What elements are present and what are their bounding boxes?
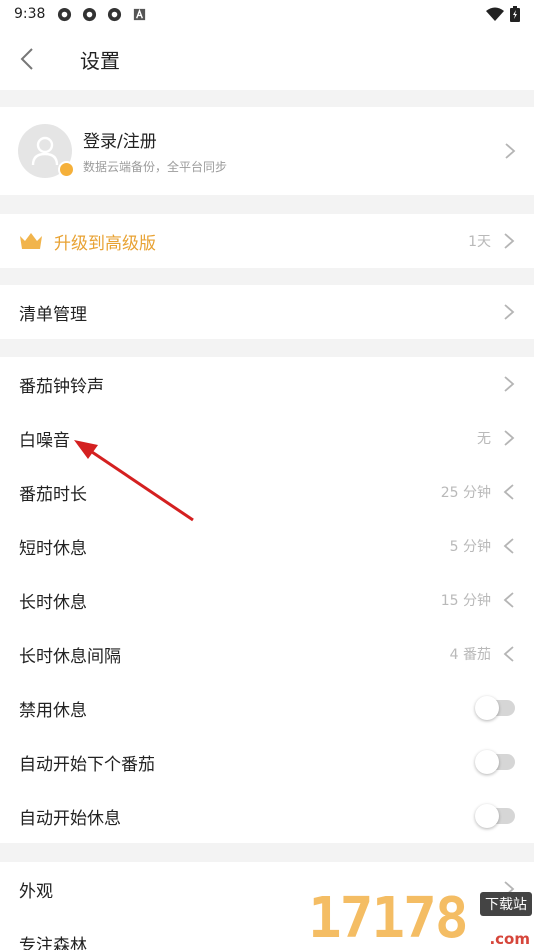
setting-label: 长时休息间隔 <box>19 646 121 667</box>
auto-start-pomodoro-toggle[interactable] <box>475 750 515 774</box>
premium-label: 升级到高级版 <box>54 233 156 254</box>
premium-card[interactable]: 升级到高级版 1天 <box>0 214 534 268</box>
setting-label: 禁用休息 <box>19 700 87 721</box>
chevron-left-icon <box>503 538 514 554</box>
lists-label: 清单管理 <box>19 304 87 325</box>
setting-label: 外观 <box>19 881 53 902</box>
auto-start-break-toggle[interactable] <box>475 804 515 828</box>
setting-row-white-noise[interactable]: 白噪音 无 <box>0 411 534 465</box>
a-box-icon <box>134 8 146 20</box>
account-name: 登录/注册 <box>83 132 157 152</box>
setting-label: 白噪音 <box>19 430 70 451</box>
setting-value: 25 分钟 <box>440 485 491 501</box>
app-notification-icon <box>83 7 97 21</box>
setting-row-long-break-interval[interactable]: 长时休息间隔 4 番茄 <box>0 627 534 681</box>
setting-label: 自动开始下个番茄 <box>19 754 155 775</box>
chevron-right-icon <box>504 304 515 320</box>
disable-break-toggle[interactable] <box>475 696 515 720</box>
setting-row-disable-break: 禁用休息 <box>0 681 534 735</box>
setting-row-long-break[interactable]: 长时休息 15 分钟 <box>0 573 534 627</box>
status-bar: 9:38 <box>0 0 534 28</box>
watermark-logo: 17178 下载站 .com <box>306 888 534 950</box>
chevron-left-icon <box>20 48 33 70</box>
setting-value: 5 分钟 <box>449 539 491 555</box>
setting-value: 4 番茄 <box>449 647 491 663</box>
setting-label: 长时休息 <box>19 592 87 613</box>
avatar <box>18 124 75 178</box>
setting-value: 无 <box>477 431 491 447</box>
setting-label: 番茄时长 <box>19 484 87 505</box>
account-card[interactable]: 登录/注册 数据云端备份，全平台同步 <box>0 107 534 195</box>
pomodoro-settings-card: 番茄钟铃声 白噪音 无 番茄时长 25 分钟 短时休息 5 分钟 长时休息 15… <box>0 357 534 843</box>
setting-label: 短时休息 <box>19 538 87 559</box>
setting-row-ringtone[interactable]: 番茄钟铃声 <box>0 357 534 411</box>
crown-badge-icon <box>58 161 75 178</box>
setting-row-auto-start-pomodoro: 自动开始下个番茄 <box>0 735 534 789</box>
page-title: 设置 <box>80 48 120 73</box>
app-notification-icon <box>108 7 122 21</box>
chevron-right-icon <box>504 233 515 249</box>
setting-row-auto-start-break: 自动开始休息 <box>0 789 534 843</box>
setting-label: 专注森林 <box>19 935 87 950</box>
chevron-left-icon <box>503 646 514 662</box>
account-subtitle: 数据云端备份，全平台同步 <box>83 160 228 174</box>
app-bar: 设置 <box>0 28 534 90</box>
user-icon <box>31 136 59 166</box>
chevron-right-icon <box>504 376 515 392</box>
premium-days: 1天 <box>468 234 491 250</box>
app-notification-icon <box>58 7 72 21</box>
chevron-left-icon <box>503 592 514 608</box>
status-time: 9:38 <box>14 6 46 22</box>
setting-label: 自动开始休息 <box>19 808 121 829</box>
back-button[interactable] <box>2 28 52 90</box>
watermark-digits: 17178 <box>308 886 469 950</box>
setting-row-pomodoro-duration[interactable]: 番茄时长 25 分钟 <box>0 465 534 519</box>
watermark-badge: 下载站 <box>480 892 532 916</box>
chevron-right-icon <box>505 143 516 159</box>
chevron-left-icon <box>503 484 514 500</box>
chevron-right-icon <box>504 430 515 446</box>
lists-card[interactable]: 清单管理 <box>0 285 534 339</box>
watermark-suffix: .com <box>489 930 530 948</box>
setting-value: 15 分钟 <box>440 593 491 609</box>
setting-row-short-break[interactable]: 短时休息 5 分钟 <box>0 519 534 573</box>
battery-charging-icon <box>510 6 520 22</box>
wifi-icon <box>486 7 504 21</box>
crown-icon <box>20 233 42 249</box>
setting-label: 番茄钟铃声 <box>19 376 104 397</box>
